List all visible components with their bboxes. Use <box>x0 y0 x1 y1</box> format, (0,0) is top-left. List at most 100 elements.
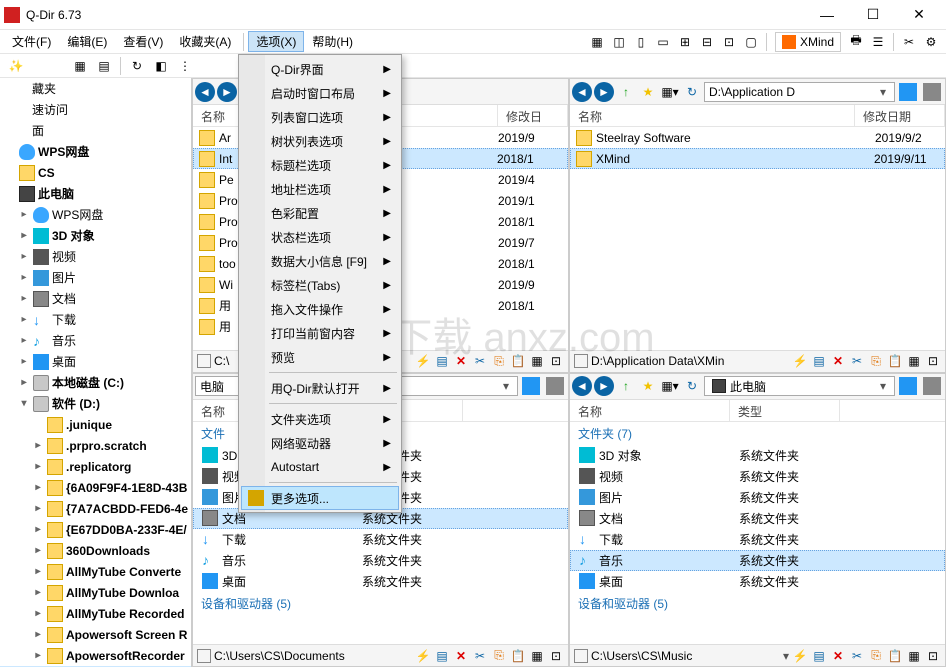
dd-item-0[interactable]: Q-Dir界面▶ <box>241 57 399 81</box>
select-icon[interactable]: ▦ <box>906 648 922 664</box>
select-icon[interactable]: ▦ <box>906 353 922 369</box>
list-item[interactable]: ↓下载系统文件夹 <box>193 529 568 550</box>
tree-item[interactable]: ▸360Downloads <box>0 540 191 561</box>
col-date[interactable]: 修改日期 <box>855 105 945 126</box>
tree-item[interactable]: ▸AllMyTube Converte <box>0 561 191 582</box>
grid-icon[interactable]: ▤ <box>811 353 827 369</box>
bolt-icon[interactable]: ⚡ <box>792 648 808 664</box>
copy-icon[interactable]: ⎘ <box>491 353 507 369</box>
dd-item-5[interactable]: 地址栏选项▶ <box>241 177 399 201</box>
grid-icon[interactable]: ▤ <box>434 648 450 664</box>
tree-item[interactable]: WPS网盘 <box>0 141 191 162</box>
close-button[interactable]: ✕ <box>896 0 942 30</box>
delete-icon[interactable]: ✕ <box>830 648 846 664</box>
dd-network-drive[interactable]: 网络驱动器▶ <box>241 431 399 455</box>
section-folders[interactable]: 文件夹 (7) <box>570 422 945 445</box>
menu-view[interactable]: 查看(V) <box>115 31 171 52</box>
up-button[interactable]: ↑ <box>616 376 636 396</box>
tree-item[interactable]: ▸桌面 <box>0 351 191 372</box>
forward-button[interactable]: ► <box>594 82 614 102</box>
favorites-button[interactable]: ★ <box>638 82 658 102</box>
grid-icon[interactable]: ▤ <box>811 648 827 664</box>
back-button[interactable]: ◄ <box>572 376 592 396</box>
tree-item[interactable]: ▸3D 对象 <box>0 225 191 246</box>
display2-icon[interactable] <box>923 377 941 395</box>
copy-icon[interactable]: ⎘ <box>868 648 884 664</box>
tree-item[interactable]: 藏夹 <box>0 78 191 99</box>
tree-item[interactable]: ▸{6A09F9F4-1E8D-43B <box>0 477 191 498</box>
tree-item[interactable]: ▸.replicatorg <box>0 456 191 477</box>
bolt-icon[interactable]: ⚡ <box>415 648 431 664</box>
list-item[interactable]: XMind2019/9/11 <box>570 148 945 169</box>
tree-item[interactable]: ▸AllMyTube Recorded <box>0 603 191 624</box>
tree-item[interactable]: ▸本地磁盘 (C:) <box>0 372 191 393</box>
tree-item[interactable]: .junique <box>0 414 191 435</box>
grid-icon[interactable]: ▤ <box>434 353 450 369</box>
bolt-icon[interactable]: ⚡ <box>415 353 431 369</box>
delete-icon[interactable]: ✕ <box>830 353 846 369</box>
cycle-icon[interactable]: ↻ <box>128 57 146 75</box>
display1-icon[interactable] <box>899 83 917 101</box>
tree-item[interactable]: ▸AllMyTube Downloa <box>0 582 191 603</box>
menu-favorites[interactable]: 收藏夹(A) <box>171 31 239 52</box>
refresh-button[interactable]: ↻ <box>682 82 702 102</box>
list-item[interactable]: 文档系统文件夹 <box>570 508 945 529</box>
section-devices[interactable]: 设备和驱动器 (5) <box>570 592 945 615</box>
dd-item-4[interactable]: 标题栏选项▶ <box>241 153 399 177</box>
tree-item[interactable]: ▸Apowersoft Screen R <box>0 624 191 645</box>
status-check[interactable] <box>197 649 211 663</box>
list-item[interactable]: ♪音乐系统文件夹 <box>193 550 568 571</box>
tree-item[interactable]: 此电脑 <box>0 183 191 204</box>
invert-icon[interactable]: ⊡ <box>548 353 564 369</box>
list-item[interactable]: 3D 对象系统文件夹 <box>570 445 945 466</box>
view-button[interactable]: ▦▾ <box>660 82 680 102</box>
up-button[interactable]: ↑ <box>616 82 636 102</box>
cut-icon[interactable]: ✂ <box>849 648 865 664</box>
menu-file[interactable]: 文件(F) <box>4 31 59 52</box>
tree-item[interactable]: ▸{7A7ACBDD-FED6-4e <box>0 498 191 519</box>
dd-item-7[interactable]: 状态栏选项▶ <box>241 225 399 249</box>
paste-icon[interactable]: 📋 <box>510 353 526 369</box>
tree-item[interactable]: 速访问 <box>0 99 191 120</box>
display1-icon[interactable] <box>522 377 540 395</box>
bolt-icon[interactable]: ⚡ <box>792 353 808 369</box>
back-button[interactable]: ◄ <box>195 82 215 102</box>
layout-icon-7[interactable]: ⊡ <box>720 33 738 51</box>
back-button[interactable]: ◄ <box>572 82 592 102</box>
grid1-icon[interactable]: ▦ <box>71 57 89 75</box>
status-check[interactable] <box>574 354 588 368</box>
print-icon[interactable]: 🖶 <box>847 33 865 51</box>
invert-icon[interactable]: ⊡ <box>925 353 941 369</box>
tree-item[interactable]: ▸WPS网盘 <box>0 204 191 225</box>
options-icon[interactable]: ⋮ <box>176 57 194 75</box>
dd-item-2[interactable]: 列表窗口选项▶ <box>241 105 399 129</box>
magic-icon[interactable]: ✨ <box>7 57 25 75</box>
tree-item[interactable]: ▾软件 (D:) <box>0 393 191 414</box>
tree-item[interactable]: ▸♪音乐 <box>0 330 191 351</box>
dd-folder-options[interactable]: 文件夹选项▶ <box>241 407 399 431</box>
menu-help[interactable]: 帮助(H) <box>304 31 361 52</box>
dd-item-6[interactable]: 色彩配置▶ <box>241 201 399 225</box>
list-item[interactable]: 桌面系统文件夹 <box>193 571 568 592</box>
dd-default-open[interactable]: 用Q-Dir默认打开▶ <box>241 376 399 400</box>
status-check[interactable] <box>574 649 588 663</box>
tree-item[interactable]: ▸视频 <box>0 246 191 267</box>
col-type[interactable]: 类型 <box>730 400 840 421</box>
menu-options[interactable]: 选项(X) <box>248 31 304 52</box>
tree-item[interactable]: ▸↓下载 <box>0 309 191 330</box>
display2-icon[interactable] <box>923 83 941 101</box>
dd-item-3[interactable]: 树状列表选项▶ <box>241 129 399 153</box>
print-list-icon[interactable]: ☰ <box>869 33 887 51</box>
delete-icon[interactable]: ✕ <box>453 353 469 369</box>
layout-icon-6[interactable]: ⊟ <box>698 33 716 51</box>
tree-item[interactable]: ▸{E67DD0BA-233F-4E/ <box>0 519 191 540</box>
layout-icon-1[interactable]: ▦ <box>588 33 606 51</box>
dd-item-8[interactable]: 数据大小信息 [F9]▶ <box>241 249 399 273</box>
tree-item[interactable]: ▸ApowersoftRecorder <box>0 645 191 666</box>
address-bar[interactable]: D:\Application D ▾ <box>704 82 895 102</box>
panel-icon[interactable]: ◧ <box>152 57 170 75</box>
layout-icon-5[interactable]: ⊞ <box>676 33 694 51</box>
address-bar[interactable]: 此电脑 ▾ <box>704 376 895 396</box>
forward-button[interactable]: ► <box>594 376 614 396</box>
display1-icon[interactable] <box>899 377 917 395</box>
